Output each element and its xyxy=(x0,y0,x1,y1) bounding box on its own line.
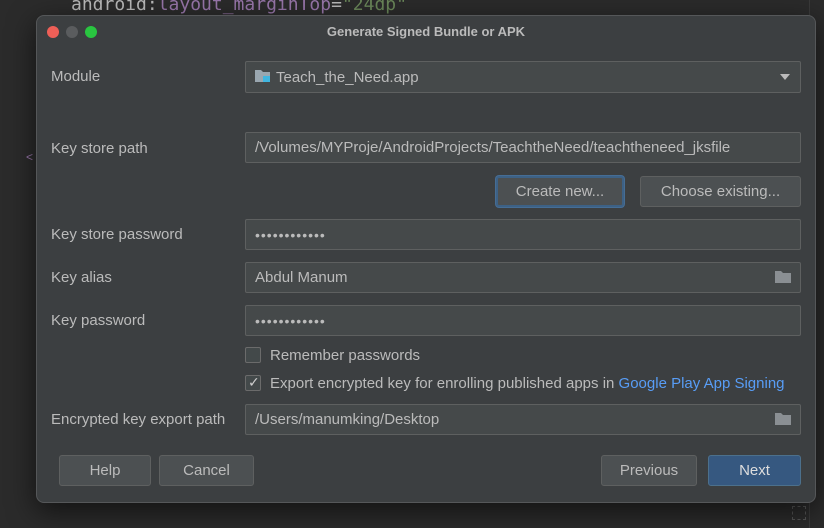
code-equals: = xyxy=(331,0,342,15)
remember-passwords-row[interactable]: Remember passwords xyxy=(245,347,420,364)
key-password-field[interactable]: •••••••••••• xyxy=(245,305,801,336)
key-alias-value: Abdul Manum xyxy=(255,269,348,286)
folder-icon[interactable] xyxy=(774,412,792,426)
dialog-title: Generate Signed Bundle or APK xyxy=(326,24,526,39)
google-play-app-signing-link[interactable]: Google Play App Signing xyxy=(619,375,785,392)
keystore-path-label: Key store path xyxy=(51,140,148,157)
export-path-field[interactable]: /Users/manumking/Desktop xyxy=(245,404,801,435)
export-path-value: /Users/manumking/Desktop xyxy=(255,411,440,428)
help-button[interactable]: Help xyxy=(59,455,151,486)
export-key-checkbox[interactable]: ✓ xyxy=(245,374,261,391)
choose-existing-button[interactable]: Choose existing... xyxy=(640,176,801,207)
folder-icon[interactable] xyxy=(774,270,792,284)
module-value: Teach_the_Need.app xyxy=(276,69,419,86)
module-icon xyxy=(254,68,272,84)
key-alias-field[interactable]: Abdul Manum xyxy=(245,262,801,293)
cancel-button[interactable]: Cancel xyxy=(159,455,254,486)
next-button[interactable]: Next xyxy=(708,455,801,486)
create-new-button[interactable]: Create new... xyxy=(496,176,624,207)
generate-signed-bundle-dialog: Generate Signed Bundle or APK Module Tea… xyxy=(36,15,816,503)
key-alias-label: Key alias xyxy=(51,269,112,286)
keystore-password-label: Key store password xyxy=(51,226,183,243)
remember-passwords-checkbox[interactable] xyxy=(245,347,261,363)
dialog-titlebar: Generate Signed Bundle or APK xyxy=(37,16,815,46)
code-attr-name: layout_marginTop xyxy=(157,0,332,15)
editor-code-line: android:layout_marginTop="24dp" xyxy=(71,0,407,15)
module-label: Module xyxy=(51,68,101,85)
export-key-row[interactable]: ✓ Export encrypted key for enrolling publ… xyxy=(245,374,785,392)
export-key-label: Export encrypted key for enrolling publi… xyxy=(270,375,619,392)
code-attr-value: "24dp" xyxy=(341,0,407,15)
key-password-label: Key password xyxy=(51,312,146,329)
code-attr-namespace: android xyxy=(71,0,147,15)
module-dropdown[interactable]: Teach_the_Need.app xyxy=(245,61,801,93)
gutter-marker: < xyxy=(26,150,34,164)
keystore-password-field[interactable]: •••••••••••• xyxy=(245,219,801,250)
code-attr-separator: : xyxy=(146,0,158,15)
keystore-path-field[interactable]: /Volumes/MYProje/AndroidProjects/Teachth… xyxy=(245,132,801,163)
chevron-down-icon[interactable] xyxy=(780,74,790,80)
checkmark-icon: ✓ xyxy=(248,374,260,390)
editor-corner-marker xyxy=(792,506,806,520)
remember-passwords-label: Remember passwords xyxy=(270,347,421,364)
previous-button[interactable]: Previous xyxy=(601,455,697,486)
export-path-label: Encrypted key export path xyxy=(51,411,226,428)
